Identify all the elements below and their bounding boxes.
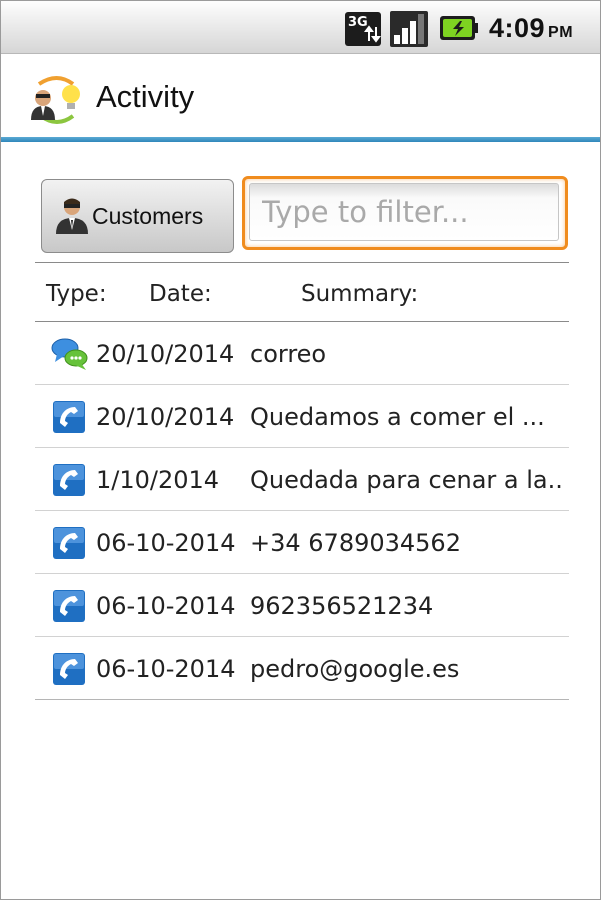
chat-icon <box>51 338 88 370</box>
customers-button-label: Customers <box>92 202 204 229</box>
list-item[interactable]: 06-10-2014 pedro@google.es <box>35 637 569 700</box>
activity-date: 1/10/2014 <box>96 466 220 494</box>
list-item[interactable]: 20/10/2014 correo <box>35 322 569 385</box>
column-header-summary: Summary: <box>301 281 419 307</box>
title-bar <box>1 54 600 139</box>
phone-icon <box>53 464 85 496</box>
phone-icon <box>53 590 85 622</box>
customer-person-icon <box>56 198 88 234</box>
filter-field-focus-ring <box>242 176 568 250</box>
customers-button[interactable]: Customers <box>41 179 234 253</box>
activity-date: 06-10-2014 <box>96 529 236 557</box>
activity-summary: pedro@google.es <box>250 655 460 683</box>
column-header-date: Date: <box>149 281 212 307</box>
app-window: 3G 4:09 PM Activity Customers Type to fi… <box>0 0 601 900</box>
3g-data-icon: 3G <box>345 12 381 46</box>
list-item[interactable]: 06-10-2014 +34 6789034562 <box>35 511 569 574</box>
title-divider <box>1 137 600 142</box>
status-bar: 3G 4:09 PM <box>1 1 600 54</box>
activity-summary: +34 6789034562 <box>250 529 461 557</box>
activity-summary: 962356521234 <box>250 592 434 620</box>
battery-charging-icon <box>440 16 478 40</box>
header-top-divider <box>35 262 569 263</box>
list-item[interactable]: 06-10-2014 962356521234 <box>35 574 569 637</box>
signal-icon <box>390 11 428 47</box>
phone-icon <box>53 527 85 559</box>
activity-date: 20/10/2014 <box>96 340 235 368</box>
page-title: Activity <box>96 79 195 114</box>
activity-summary: correo <box>250 340 327 368</box>
activity-date: 20/10/2014 <box>96 403 235 431</box>
list-item[interactable]: 1/10/2014 Quedada para cenar a la... <box>35 448 569 511</box>
phone-icon <box>53 653 85 685</box>
list-item[interactable]: 20/10/2014 Quedamos a comer el ... <box>35 385 569 448</box>
svg-text:3G: 3G <box>348 15 368 30</box>
activity-date: 06-10-2014 <box>96 592 236 620</box>
activity-app-icon <box>31 76 80 124</box>
filter-input[interactable] <box>249 183 559 241</box>
activity-summary: Quedada para cenar a la... <box>250 466 565 494</box>
phone-icon <box>53 401 85 433</box>
row-divider <box>35 699 569 700</box>
column-header-type: Type: <box>46 281 107 307</box>
clock: 4:09 PM <box>489 13 574 43</box>
activity-summary: Quedamos a comer el ... <box>250 403 545 431</box>
activity-date: 06-10-2014 <box>96 655 236 683</box>
